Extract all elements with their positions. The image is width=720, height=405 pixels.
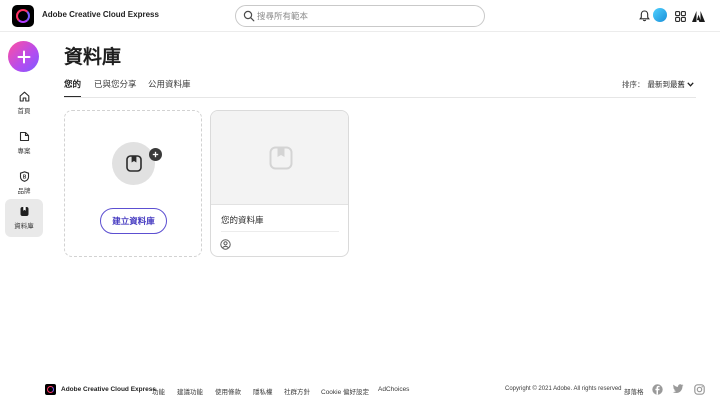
library-thumbnail xyxy=(211,111,348,205)
footer-link-blog[interactable]: 部落格 xyxy=(624,386,644,396)
sort-label: 排序： xyxy=(622,80,645,89)
library-card[interactable]: 您的資料庫 xyxy=(210,110,349,257)
chevron-down-icon xyxy=(687,82,694,87)
sort-dropdown[interactable]: 排序： 最新到最舊 xyxy=(622,79,694,90)
instagram-icon[interactable] xyxy=(693,383,705,395)
library-icon xyxy=(269,146,292,169)
sidebar-item-label: 首頁 xyxy=(17,108,31,115)
footer-link-privacy[interactable]: 隱私權 xyxy=(253,386,273,396)
sidebar-item-label: 資料庫 xyxy=(14,223,34,230)
create-library-card: 建立資料庫 xyxy=(64,110,202,257)
tab-public-libraries[interactable]: 公用資料庫 xyxy=(148,78,191,98)
search-input[interactable] xyxy=(257,9,477,23)
app-logo[interactable] xyxy=(12,5,34,27)
top-header: Adobe Creative Cloud Express xyxy=(0,0,720,32)
footer-link-feature-requests[interactable]: 建議功能 xyxy=(177,386,203,396)
search-bar[interactable] xyxy=(235,5,485,27)
tabs-divider xyxy=(64,97,696,98)
bell-icon[interactable] xyxy=(636,8,652,24)
sidebar-item-projects[interactable]: 專案 xyxy=(5,124,43,162)
home-icon xyxy=(19,91,29,102)
twitter-icon[interactable] xyxy=(672,383,684,395)
footer-logo[interactable] xyxy=(45,384,56,395)
user-icon xyxy=(220,239,231,250)
app-name[interactable]: Adobe Creative Cloud Express xyxy=(42,10,159,19)
tab-label: 已與您分享 xyxy=(94,79,137,89)
sidebar-item-brand[interactable]: B 品牌 xyxy=(5,164,43,202)
footer-brand: Adobe Creative Cloud Express xyxy=(61,386,156,393)
create-new-button[interactable] xyxy=(8,41,39,72)
avatar[interactable] xyxy=(653,8,667,22)
copyright: Copyright © 2021 Adobe. All rights reser… xyxy=(505,386,622,392)
search-icon xyxy=(243,10,255,22)
apps-grid-icon[interactable] xyxy=(672,8,688,24)
create-library-button[interactable]: 建立資料庫 xyxy=(100,208,167,234)
card-divider xyxy=(221,231,339,232)
footer-link-cookie-preferences[interactable]: Cookie 偏好設定 xyxy=(321,386,369,396)
sidebar-item-libraries[interactable]: 資料庫 xyxy=(5,199,43,237)
library-name: 您的資料庫 xyxy=(221,215,264,225)
projects-icon xyxy=(19,131,29,142)
plus-icon xyxy=(17,50,30,63)
sidebar-item-home[interactable]: 首頁 xyxy=(5,84,43,122)
add-badge-icon xyxy=(149,148,162,161)
library-placeholder xyxy=(112,142,155,185)
facebook-icon[interactable] xyxy=(651,383,663,395)
footer-link-features[interactable]: 功能 xyxy=(152,386,165,396)
library-icon xyxy=(20,207,28,216)
tab-shared-with-you[interactable]: 已與您分享 xyxy=(94,78,137,98)
footer-link-adchoices[interactable]: AdChoices xyxy=(378,386,409,393)
page-title: 資料庫 xyxy=(64,47,122,68)
tab-label: 您的 xyxy=(64,79,82,89)
svg-text:B: B xyxy=(22,175,26,181)
sidebar-item-label: 專案 xyxy=(17,148,31,155)
tab-yours[interactable]: 您的 xyxy=(64,78,81,98)
library-icon xyxy=(125,155,142,172)
sidebar-item-label: 品牌 xyxy=(17,188,31,195)
adobe-logo-icon[interactable] xyxy=(690,8,706,24)
footer: Adobe Creative Cloud Express 功能 建議功能 使用條… xyxy=(0,378,720,402)
footer-link-terms[interactable]: 使用條款 xyxy=(215,386,241,396)
tab-label: 公用資料庫 xyxy=(148,79,191,89)
brand-icon: B xyxy=(19,171,29,182)
sort-value: 最新到最舊 xyxy=(647,80,686,89)
footer-link-community[interactable]: 社群方針 xyxy=(284,386,310,396)
